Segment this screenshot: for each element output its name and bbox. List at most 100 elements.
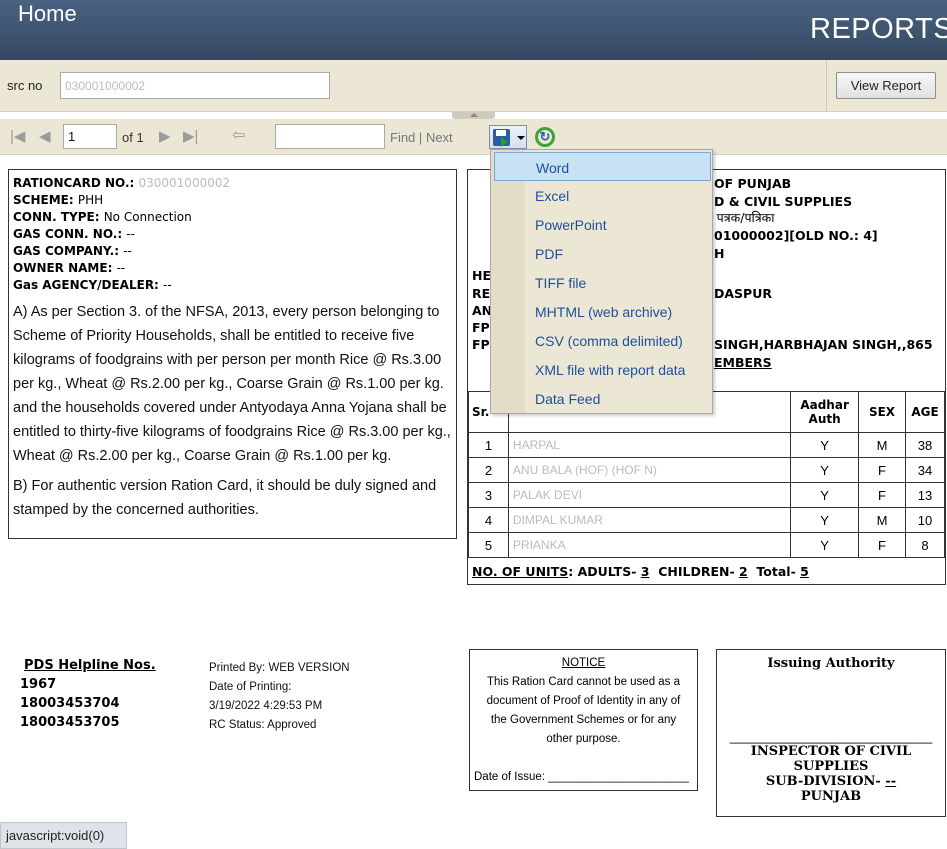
last-page-icon[interactable]: ▶| [183, 129, 198, 144]
collapse-params-button[interactable] [452, 112, 495, 119]
find-input[interactable] [275, 124, 385, 149]
helpline-title: PDS Helpline Nos. [24, 658, 156, 673]
members-heading: EMBERS [714, 355, 772, 370]
card-details-panel: RATIONCARD NO.: 030001000002 SCHEME: PHH C… [8, 169, 457, 539]
cell-sr: 4 [468, 507, 509, 533]
browser-status-bar: javascript:void(0) [0, 822, 127, 849]
inspector-title: INSPECTOR OF CIVIL SUPPLIES [750, 744, 912, 774]
field-he: HE [472, 268, 492, 283]
cell-aadhar: Y [790, 432, 860, 458]
cell-name: PALAK DEVI [507, 482, 792, 508]
cell-sr: 3 [468, 482, 509, 508]
scheme-heading: H [714, 246, 725, 261]
print-info: Printed By: WEB VERSION Date of Printing… [209, 659, 350, 735]
export-menu-item[interactable]: XML file with report data [494, 355, 711, 384]
authenticity-paragraph: B) For authentic version Ration Card, it… [13, 478, 437, 518]
notice-text: This Ration Card cannot be used as a doc… [486, 676, 681, 745]
helpline-number: 1967 [20, 677, 57, 692]
date-of-printing: 3/19/2022 4:29:53 PM [209, 700, 323, 712]
state-name: PUNJAB [800, 789, 862, 804]
cell-sex: F [858, 532, 906, 558]
view-report-button[interactable]: View Report [836, 72, 936, 99]
card-field: CONN. TYPE: No Connection [13, 210, 192, 224]
members-table: Sr. Aadhar Auth SEX AGE 1 HARPAL Y M 38 2 ANU … [468, 391, 946, 558]
export-button[interactable] [489, 125, 527, 149]
page-number-input[interactable]: 1 [63, 124, 117, 149]
field-re: RE [472, 286, 491, 301]
cell-sex: F [858, 482, 906, 508]
units-summary: NO. OF UNITS: ADULTS- 3 CHILDREN- 2 Tota… [472, 564, 809, 579]
table-row: 2 ANU BALA (HOF) (HOF N) Y F 34 [468, 457, 946, 483]
helpline-number: 18003453705 [20, 715, 120, 730]
card-field: GAS COMPANY.: -- [13, 244, 132, 258]
next-page-icon[interactable]: ▶ [159, 129, 171, 144]
cell-sr: 2 [468, 457, 509, 483]
find-link[interactable]: Find | Next [390, 130, 453, 145]
export-menu-item[interactable]: TIFF file [494, 268, 711, 297]
header-age: AGE [904, 391, 946, 433]
export-menu-item[interactable]: Data Feed [494, 384, 711, 413]
refresh-icon[interactable]: ↻ [535, 127, 555, 147]
first-page-icon[interactable]: |◀ [10, 129, 25, 144]
src-no-label: src no [7, 78, 43, 93]
app-header: Home REPORTS [0, 0, 947, 60]
cell-sr: 1 [468, 432, 509, 458]
notice-box: NOTICE This Ration Card cannot be used a… [469, 649, 698, 791]
report-viewer: Home REPORTS src no 030001000002 View Re… [0, 0, 947, 849]
card-field: Gas AGENCY/DEALER: -- [13, 278, 172, 292]
cell-aadhar: Y [790, 532, 860, 558]
field-fp2: FP [472, 337, 490, 352]
issuing-authority-box: Issuing Authority ______________________… [716, 649, 946, 817]
department-heading: D & CIVIL SUPPLIES [714, 194, 853, 209]
page-count: of 1 [122, 130, 144, 145]
card-field: GAS CONN. NO.: -- [13, 227, 135, 241]
header-aadhar: Aadhar Auth [790, 391, 860, 433]
pds-helpline: PDS Helpline Nos. 1967 18003453704 18003… [20, 656, 156, 732]
cell-sr: 5 [468, 532, 509, 558]
cell-age: 38 [904, 432, 946, 458]
date-of-printing-label: Date of Printing: [209, 681, 292, 693]
param-divider [826, 60, 827, 112]
export-menu-item[interactable]: PDF [494, 239, 711, 268]
cell-age: 10 [904, 507, 946, 533]
issuing-title: Issuing Authority [767, 656, 895, 671]
src-no-input[interactable]: 030001000002 [60, 72, 330, 99]
export-menu-item[interactable]: Word [494, 152, 711, 181]
cell-age: 8 [904, 532, 946, 558]
printed-by: Printed By: WEB VERSION [209, 662, 350, 674]
export-menu-item[interactable]: PowerPoint [494, 210, 711, 239]
cell-sex: F [858, 457, 906, 483]
card-field: RATIONCARD NO.: 030001000002 [13, 176, 231, 190]
date-of-issue: Date of Issue: ______________________ [474, 771, 689, 783]
previous-page-icon[interactable]: ◀ [39, 129, 51, 144]
card-field: SCHEME: PHH [13, 193, 104, 207]
sub-division: SUB-DIVISION- -- [765, 774, 897, 789]
report-toolbar: |◀ ◀ 1 of 1 ▶ ▶| ⇦ Find | Next ↻ [0, 119, 947, 155]
cell-age: 34 [904, 457, 946, 483]
table-row: 4 DIMPAL KUMAR Y M 10 [468, 507, 946, 533]
address-value: SINGH,HARBHAJAN SINGH,,865 [714, 337, 933, 352]
header-sex: SEX [858, 391, 906, 433]
cell-name: ANU BALA (HOF) (HOF N) [507, 457, 792, 483]
export-menu-item[interactable]: MHTML (web archive) [494, 297, 711, 326]
cell-aadhar: Y [790, 507, 860, 533]
cell-sex: M [858, 432, 906, 458]
cell-name: DIMPAL KUMAR [507, 507, 792, 533]
export-menu-item[interactable]: Excel [494, 181, 711, 210]
card-number-heading: 01000002][OLD NO.: 4] [714, 228, 878, 243]
card-field: OWNER NAME: -- [13, 261, 126, 275]
export-menu-item[interactable]: CSV (comma delimited) [494, 326, 711, 355]
cell-sex: M [858, 507, 906, 533]
table-row: 5 PRIANKA Y F 8 [468, 532, 946, 558]
cell-name: PRIANKA [507, 532, 792, 558]
home-link[interactable]: Home [18, 1, 77, 27]
helpline-number: 18003453704 [20, 696, 120, 711]
signature-line: ____________________________ [729, 729, 933, 744]
notice-title: NOTICE [561, 657, 606, 669]
save-icon [493, 129, 510, 147]
cell-aadhar: Y [790, 457, 860, 483]
back-icon[interactable]: ⇦ [232, 128, 245, 144]
field-fp1: FP [472, 320, 490, 335]
rc-status: RC Status: Approved [209, 719, 317, 731]
cell-age: 13 [904, 482, 946, 508]
